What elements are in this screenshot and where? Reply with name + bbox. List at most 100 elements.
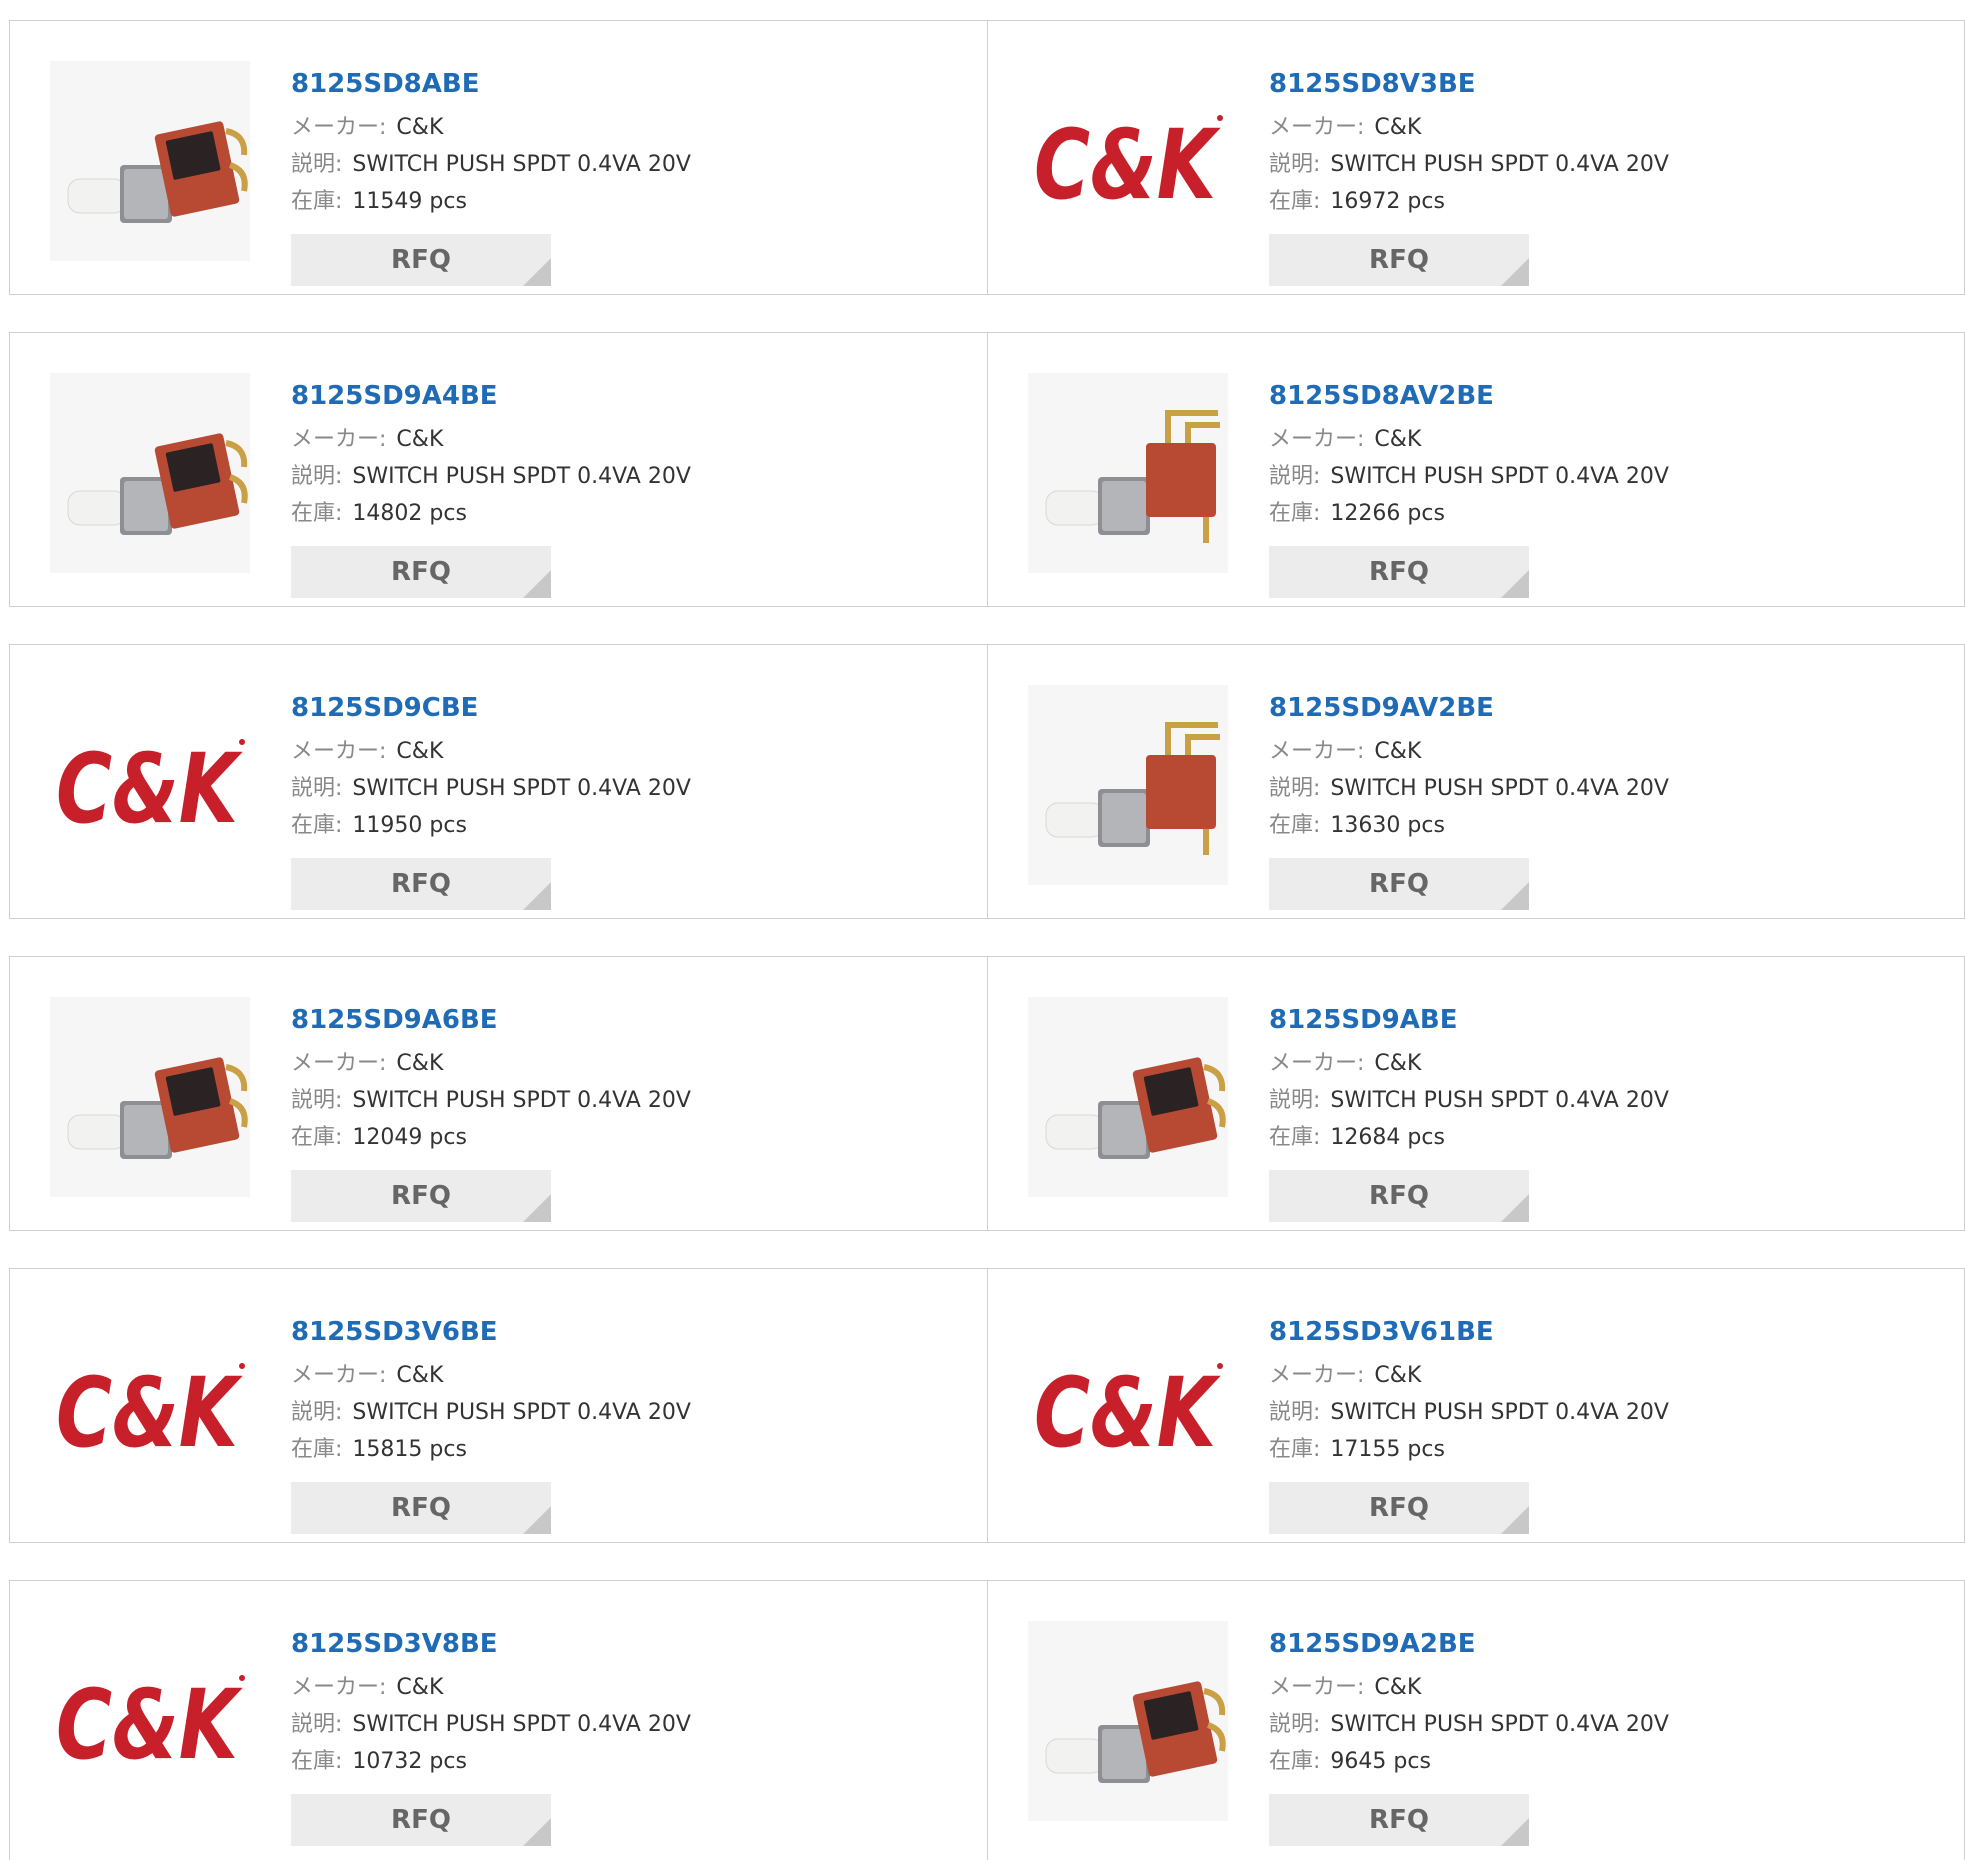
product-image[interactable] xyxy=(50,373,250,573)
manufacturer-logo-image[interactable]: C&K xyxy=(50,1621,250,1821)
stock-line: 在庫: 10732 pcs xyxy=(291,1743,691,1780)
description-line: 説明: SWITCH PUSH SPDT 0.4VA 20V xyxy=(291,458,691,495)
manufacturer-label: メーカー: xyxy=(1269,1363,1365,1388)
product-row: C&K 8125SD9CBE メーカー: C&K 説明: SWITCH PUSH SPDT… xyxy=(9,644,1965,919)
part-number-link[interactable]: 8125SD3V8BE xyxy=(291,1627,691,1661)
stock-label: 在庫: xyxy=(291,189,343,214)
stock-value: 12266 pcs xyxy=(1330,501,1445,526)
part-number-link[interactable]: 8125SD8ABE xyxy=(291,67,691,101)
part-number-link[interactable]: 8125SD9A6BE xyxy=(291,1003,691,1037)
product-image[interactable] xyxy=(50,61,250,261)
product-row: C&K 8125SD3V8BE メーカー: C&K 説明: SWITCH PUSH SPD… xyxy=(9,1580,1965,1860)
part-number-link[interactable]: 8125SD8V3BE xyxy=(1269,67,1669,101)
part-number-link[interactable]: 8125SD9AV2BE xyxy=(1269,691,1669,725)
description-line: 説明: SWITCH PUSH SPDT 0.4VA 20V xyxy=(1269,1082,1669,1119)
description-value: SWITCH PUSH SPDT 0.4VA 20V xyxy=(1330,1712,1669,1737)
description-value: SWITCH PUSH SPDT 0.4VA 20V xyxy=(1330,776,1669,801)
manufacturer-logo-image[interactable]: C&K xyxy=(1028,61,1228,261)
rfq-button[interactable]: RFQ xyxy=(291,234,551,286)
description-value: SWITCH PUSH SPDT 0.4VA 20V xyxy=(1330,152,1669,177)
manufacturer-logo-image[interactable]: C&K xyxy=(50,1309,250,1509)
rfq-button[interactable]: RFQ xyxy=(1269,1170,1529,1222)
manufacturer-line: メーカー: C&K xyxy=(1269,1669,1669,1706)
manufacturer-logo-image[interactable]: C&K xyxy=(50,685,250,885)
stock-value: 12049 pcs xyxy=(352,1125,467,1150)
rfq-button[interactable]: RFQ xyxy=(291,1794,551,1846)
manufacturer-value: C&K xyxy=(1374,1363,1422,1388)
stock-line: 在庫: 9645 pcs xyxy=(1269,1743,1669,1780)
svg-text:C&K: C&K xyxy=(1034,109,1221,216)
product-card: C&K 8125SD3V61BE メーカー: C&K 説明: SWITCH PUSH SP… xyxy=(988,1269,1965,1542)
product-card: 8125SD9A2BE メーカー: C&K 説明: SWITCH PUSH SPDT 0… xyxy=(988,1581,1965,1860)
description-label: 説明: xyxy=(291,152,343,177)
product-image[interactable] xyxy=(1028,373,1228,573)
manufacturer-value: C&K xyxy=(396,427,444,452)
description-value: SWITCH PUSH SPDT 0.4VA 20V xyxy=(1330,464,1669,489)
manufacturer-logo-image[interactable]: C&K xyxy=(1028,1309,1228,1509)
product-row: 8125SD9A4BE メーカー: C&K 説明: SWITCH PUSH SPDT 0… xyxy=(9,332,1965,607)
stock-label: 在庫: xyxy=(291,813,343,838)
description-line: 説明: SWITCH PUSH SPDT 0.4VA 20V xyxy=(291,770,691,807)
stock-label: 在庫: xyxy=(1269,189,1321,214)
stock-value: 10732 pcs xyxy=(352,1749,467,1774)
rfq-button[interactable]: RFQ xyxy=(291,1482,551,1534)
manufacturer-value: C&K xyxy=(1374,739,1422,764)
description-value: SWITCH PUSH SPDT 0.4VA 20V xyxy=(352,1712,691,1737)
product-image[interactable] xyxy=(50,997,250,1197)
description-line: 説明: SWITCH PUSH SPDT 0.4VA 20V xyxy=(1269,458,1669,495)
product-image[interactable] xyxy=(1028,685,1228,885)
part-number-link[interactable]: 8125SD9CBE xyxy=(291,691,691,725)
stock-line: 在庫: 16972 pcs xyxy=(1269,183,1669,220)
product-card: C&K 8125SD3V8BE メーカー: C&K 説明: SWITCH PUSH SPD… xyxy=(10,1581,988,1860)
product-card: 8125SD8AV2BE メーカー: C&K 説明: SWITCH PUSH SPDT … xyxy=(988,333,1965,606)
part-number-link[interactable]: 8125SD9A2BE xyxy=(1269,1627,1669,1661)
part-number-link[interactable]: 8125SD9A4BE xyxy=(291,379,691,413)
description-value: SWITCH PUSH SPDT 0.4VA 20V xyxy=(352,464,691,489)
product-info: 8125SD8ABE メーカー: C&K 説明: SWITCH PUSH SPDT 0.… xyxy=(291,67,691,286)
product-image[interactable] xyxy=(1028,997,1228,1197)
rfq-button[interactable]: RFQ xyxy=(291,546,551,598)
part-number-link[interactable]: 8125SD3V61BE xyxy=(1269,1315,1669,1349)
rfq-button[interactable]: RFQ xyxy=(291,1170,551,1222)
stock-line: 在庫: 14802 pcs xyxy=(291,495,691,532)
manufacturer-value: C&K xyxy=(396,739,444,764)
product-image[interactable] xyxy=(1028,1621,1228,1821)
part-number-link[interactable]: 8125SD8AV2BE xyxy=(1269,379,1669,413)
manufacturer-line: メーカー: C&K xyxy=(1269,109,1669,146)
description-label: 説明: xyxy=(1269,152,1321,177)
description-label: 説明: xyxy=(1269,1088,1321,1113)
rfq-button[interactable]: RFQ xyxy=(291,858,551,910)
product-card: 8125SD9A6BE メーカー: C&K 説明: SWITCH PUSH SPDT 0… xyxy=(10,957,988,1230)
stock-value: 13630 pcs xyxy=(1330,813,1445,838)
stock-line: 在庫: 11549 pcs xyxy=(291,183,691,220)
description-label: 説明: xyxy=(1269,1400,1321,1425)
description-line: 説明: SWITCH PUSH SPDT 0.4VA 20V xyxy=(291,1082,691,1119)
stock-value: 11549 pcs xyxy=(352,189,467,214)
rfq-button[interactable]: RFQ xyxy=(1269,1794,1529,1846)
product-info: 8125SD9A6BE メーカー: C&K 説明: SWITCH PUSH SPDT 0… xyxy=(291,1003,691,1222)
stock-label: 在庫: xyxy=(1269,1437,1321,1462)
manufacturer-label: メーカー: xyxy=(291,115,387,140)
manufacturer-label: メーカー: xyxy=(291,1675,387,1700)
manufacturer-label: メーカー: xyxy=(1269,115,1365,140)
part-number-link[interactable]: 8125SD9ABE xyxy=(1269,1003,1669,1037)
product-info: 8125SD3V61BE メーカー: C&K 説明: SWITCH PUSH SPDT … xyxy=(1269,1315,1669,1534)
product-info: 8125SD9CBE メーカー: C&K 説明: SWITCH PUSH SPDT 0.… xyxy=(291,691,691,910)
stock-value: 17155 pcs xyxy=(1330,1437,1445,1462)
rfq-button[interactable]: RFQ xyxy=(1269,546,1529,598)
stock-label: 在庫: xyxy=(1269,501,1321,526)
rfq-button[interactable]: RFQ xyxy=(1269,1482,1529,1534)
description-value: SWITCH PUSH SPDT 0.4VA 20V xyxy=(1330,1400,1669,1425)
product-card: 8125SD8ABE メーカー: C&K 説明: SWITCH PUSH SPDT 0.… xyxy=(10,21,988,294)
rfq-button[interactable]: RFQ xyxy=(1269,858,1529,910)
product-info: 8125SD8V3BE メーカー: C&K 説明: SWITCH PUSH SPDT 0… xyxy=(1269,67,1669,286)
rfq-button[interactable]: RFQ xyxy=(1269,234,1529,286)
product-card: C&K 8125SD9CBE メーカー: C&K 説明: SWITCH PUSH SPDT… xyxy=(10,645,988,918)
description-label: 説明: xyxy=(291,1712,343,1737)
stock-value: 14802 pcs xyxy=(352,501,467,526)
manufacturer-line: メーカー: C&K xyxy=(291,733,691,770)
manufacturer-value: C&K xyxy=(396,1363,444,1388)
manufacturer-line: メーカー: C&K xyxy=(291,1669,691,1706)
part-number-link[interactable]: 8125SD3V6BE xyxy=(291,1315,691,1349)
manufacturer-label: メーカー: xyxy=(291,1051,387,1076)
